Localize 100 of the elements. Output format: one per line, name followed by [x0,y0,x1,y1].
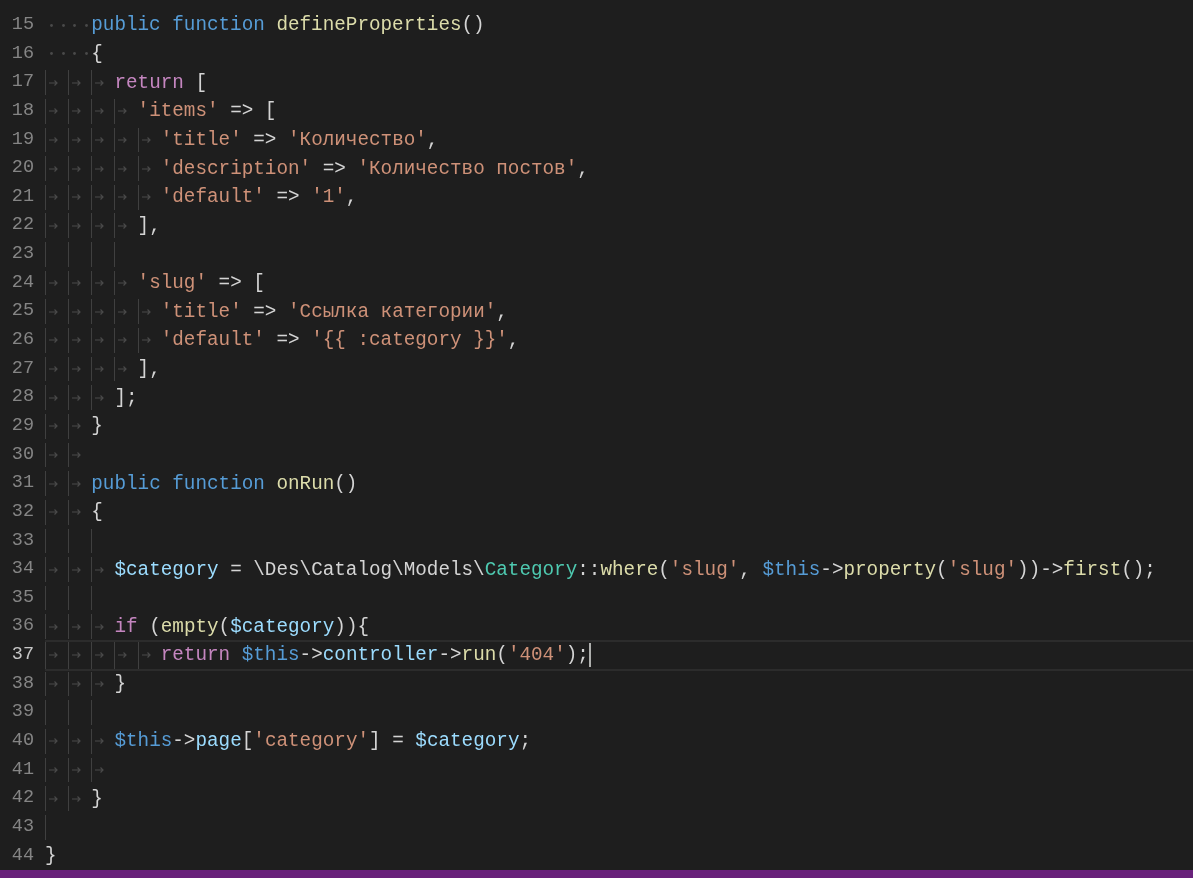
tab-arrow-icon [72,393,83,402]
code-line: if (empty($category)){ [114,614,370,639]
tab-arrow-icon [49,107,59,116]
code-line: ], [137,213,161,238]
tab-arrow-icon [49,622,59,631]
line-number: 42 [11,786,35,811]
code-line: return $this->controller->run('404'); [160,643,589,668]
code-line: 'items' => [ [137,99,277,124]
tab-arrow-icon [95,737,106,746]
tab-arrow-icon [141,336,152,345]
tab-arrow-icon [72,737,83,746]
code-line: } [91,786,103,811]
tab-arrow-icon [49,680,59,689]
tab-arrow-icon [49,221,59,230]
tab-arrow-icon [72,78,83,87]
tab-arrow-icon [118,279,129,288]
line-number: 16 [11,41,35,66]
space-dot-icon [73,23,77,27]
code-line: 'slug' => [ [137,271,265,296]
tab-arrow-icon [72,565,83,574]
line-number: 40 [11,729,35,753]
code-line: $this->page['category'] = $category; [114,729,532,754]
code-line: { [91,41,103,66]
tab-arrow-icon [72,450,83,459]
tab-arrow-icon [118,221,129,230]
tab-arrow-icon [49,336,59,345]
line-number: 43 [11,814,35,839]
space-dot-icon [61,23,65,27]
tab-arrow-icon [49,651,59,660]
tab-arrow-icon [72,766,83,774]
line-number: 35 [11,585,35,610]
tab-arrow-icon [118,336,129,345]
space-dot-icon [50,52,53,56]
tab-arrow-icon [49,365,59,373]
code-line: 'description' => 'Количество постов', [160,156,589,181]
line-number: 32 [11,499,35,524]
tab-arrow-icon [72,336,83,345]
tab-arrow-icon [72,508,83,517]
space-dot-icon [73,52,77,56]
tab-arrow-icon [49,164,59,173]
tab-arrow-icon [49,450,59,459]
code-line: ], [137,357,161,381]
code-line: public function defineProperties() [91,13,485,38]
tab-arrow-icon [95,221,106,230]
line-number: 36 [11,614,35,639]
tab-arrow-icon [72,479,83,488]
tab-arrow-icon [95,365,106,373]
code-line: public function onRun() [91,471,358,496]
tab-arrow-icon [49,794,59,803]
line-number: 21 [11,184,35,209]
line-number: 33 [11,528,35,553]
line-number: 34 [11,557,35,582]
line-number: 39 [11,700,35,725]
code-line: ]; [114,385,138,410]
tab-arrow-icon [95,651,106,660]
tab-arrow-icon [72,193,83,202]
tab-arrow-icon [72,651,83,660]
tab-arrow-icon [72,164,83,173]
space-dot-icon [84,52,88,56]
tab-arrow-icon [72,135,83,144]
tab-arrow-icon [95,307,106,316]
tab-arrow-icon [72,680,83,689]
line-number: 15 [11,13,35,37]
tab-arrow-icon [49,393,59,402]
space-dot-icon [50,23,53,27]
code-line: 'default' => '{{ :category }}', [160,328,520,353]
tab-arrow-icon [72,279,83,288]
tab-arrow-icon [49,279,59,288]
tab-arrow-icon [49,422,59,431]
line-number: 17 [11,70,35,95]
code-line: 'title' => 'Количество', [160,127,439,152]
tab-arrow-icon [141,651,152,660]
tab-arrow-icon [141,164,152,173]
code-line: } [91,414,103,439]
line-number: 28 [11,385,35,410]
tab-arrow-icon [49,135,59,144]
line-number: 41 [11,757,35,782]
tab-arrow-icon [118,107,129,116]
tab-arrow-icon [95,622,106,631]
line-number: 22 [11,213,35,238]
tab-arrow-icon [72,307,83,316]
line-number: 18 [11,98,35,123]
tab-arrow-icon [49,193,59,202]
tab-arrow-icon [72,794,83,803]
tab-arrow-icon [49,307,59,316]
code-line: 'title' => 'Ссылка категории', [160,299,508,324]
line-number: 30 [11,442,35,467]
tab-arrow-icon [141,135,152,144]
line-number: 23 [11,242,35,267]
tab-arrow-icon [49,508,59,517]
line-number: 26 [11,328,35,353]
code-line: $category = \Des\Catalog\Models\Category::where('slug', $this->property('slug'))->first(); [114,557,1156,582]
tab-arrow-icon [95,393,106,402]
tab-arrow-icon [118,164,129,173]
tab-arrow-icon [95,336,106,345]
line-number: 37 [11,643,35,668]
tab-arrow-icon [72,622,83,631]
tab-arrow-icon [72,365,83,373]
tab-arrow-icon [95,680,106,689]
tab-arrow-icon [95,107,106,116]
